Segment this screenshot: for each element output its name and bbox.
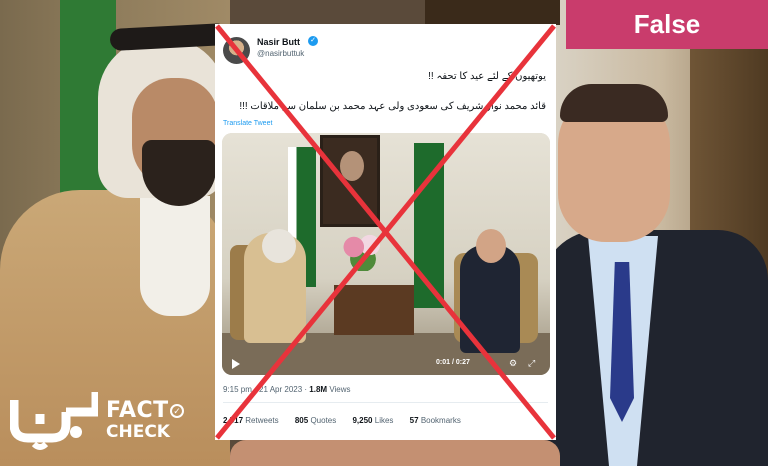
tweet-meta: 9:15 pm · 21 Apr 2023 · 1.8M Views [223,385,351,394]
tweet-text-line1: یوتھیوں کے لئے عید کا تحفہ !! [428,71,546,82]
divider [223,402,548,403]
right-person-hair [560,84,668,122]
retweets-label[interactable]: Retweets [245,416,278,425]
fullscreen-icon[interactable]: ⤢ [528,358,535,369]
video-portrait-frame [320,135,380,227]
fact-check-logo: FACT ✓ CHECK [10,382,190,462]
avatar[interactable] [223,37,250,64]
bookmarks-label[interactable]: Bookmarks [421,416,461,425]
logo-urdu-glyph [10,392,98,450]
likes-label[interactable]: Likes [375,416,394,425]
video-flowers [340,231,386,271]
video-man-right-head [476,229,506,263]
video-table [334,285,414,335]
fact-check-graphic: False Nasir Butt ✓ @nasirbuttuk یوتھیوں … [0,0,768,466]
views-label: Views [329,385,351,394]
tweet-card: Nasir Butt ✓ @nasirbuttuk یوتھیوں کے لئے… [215,24,556,440]
retweets-count[interactable]: 2,517 [223,416,243,425]
video-man-left-head [262,229,296,263]
tweet-text-line2: قائد محمد نواز شریف کی سعودی ولی عہد محم… [239,101,546,112]
logo-word-check: CHECK [106,422,170,442]
picture-frame [425,0,560,25]
verdict-badge: False [566,0,768,49]
video-green-flag [414,143,444,308]
tweet-time[interactable]: 9:15 pm [223,385,252,394]
gear-icon[interactable]: ⚙ [509,358,517,369]
quotes-count[interactable]: 805 [295,416,308,425]
logo-word-fact: FACT [106,398,169,423]
translate-tweet-link[interactable]: Translate Tweet [223,120,272,127]
bookmarks-count[interactable]: 57 [410,416,419,425]
author-name[interactable]: Nasir Butt [257,37,300,47]
video-portrait-face [340,151,364,181]
handshake [230,440,560,466]
left-person-thobe [140,196,210,316]
views-count: 1.8M [309,385,328,394]
tweet-video[interactable]: 0:01 / 0:27 ⚙ ⤢ [222,133,550,375]
tweet-stats: 2,517 Retweets 805 Quotes 9,250 Likes 57… [223,416,461,425]
quotes-label[interactable]: Quotes [310,416,336,425]
play-icon[interactable] [232,359,240,369]
tweet-date[interactable]: 21 Apr 2023 [259,385,302,394]
author-handle[interactable]: @nasirbuttuk [257,49,304,58]
check-circle-icon: ✓ [170,404,184,418]
video-timestamp: 0:01 / 0:27 [436,359,470,366]
likes-count[interactable]: 9,250 [352,416,372,425]
verified-badge-icon: ✓ [308,36,318,46]
